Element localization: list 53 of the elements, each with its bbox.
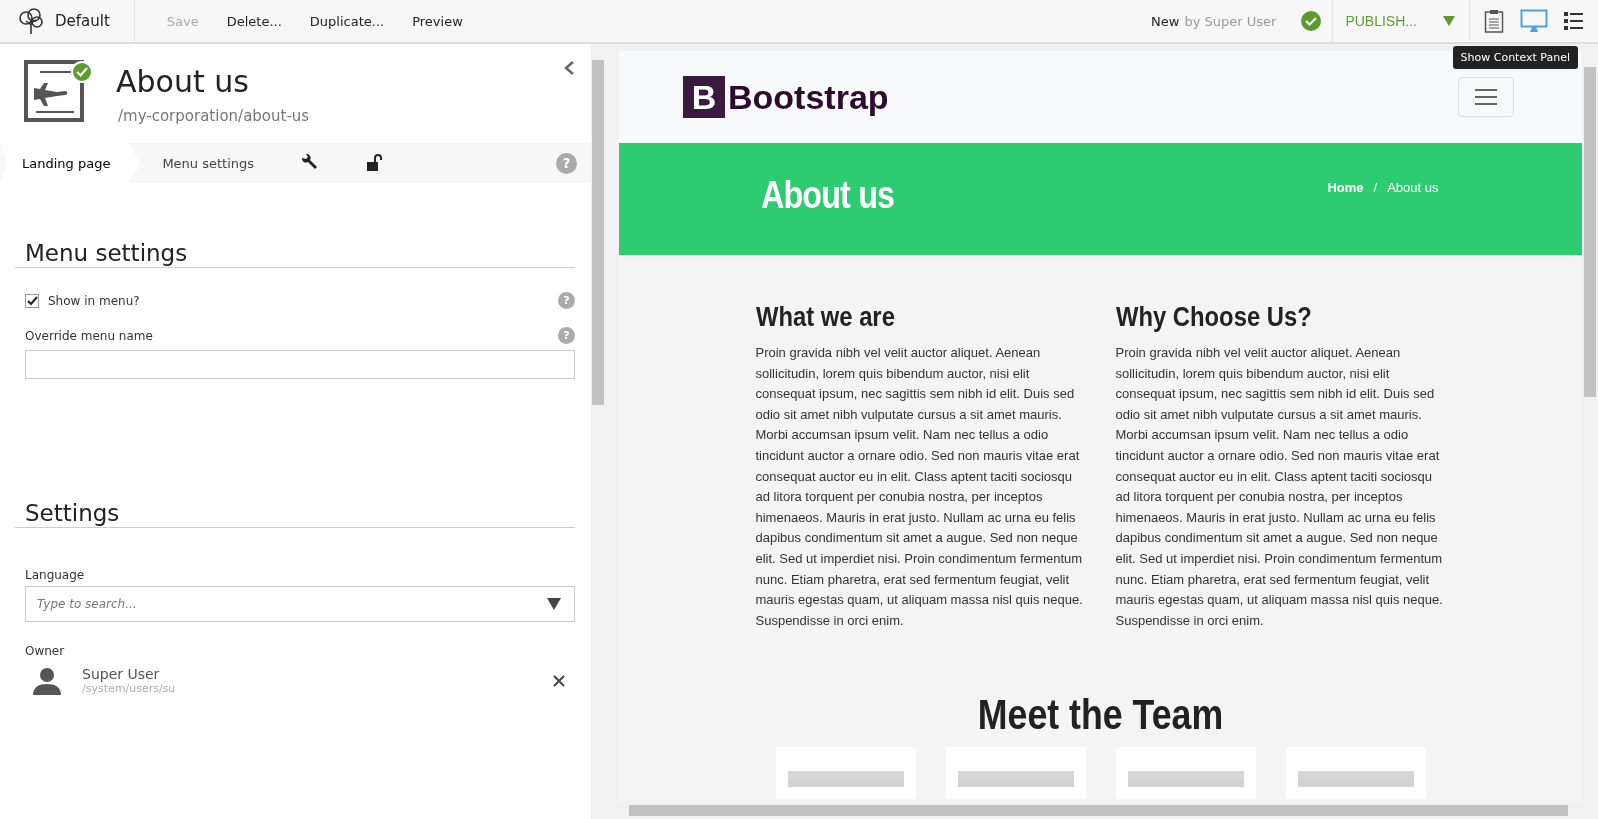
owner-path: /system/users/su xyxy=(82,682,176,695)
column-text: Proin gravida nibh vel velit auctor aliquet. Aenean sollicitudin, lorem quis bibendum auctor, nisi elit consequat ipsum, nec sagittis sem nibh id elit. Duis sed odio sit amet nibh vulputate cursus a sit amet mauris. Morbi accumsan ipsum velit. Nam nec tellus a odio tincidunt auctor a ornare odio. Sed non mauris vitae erat consequat auctor eu in elit. Class aptent taciti sociosqu ad litora torquent per conubia nostra, per inceptos himenaeos. Mauris in erat justo. Nullam ac urna eu felis dapibus condimentum sit amet a augue. Sed non neque elit. Sed ut imperdiet nisi. Proin condimentum fermentum nunc. Etiam pharetra, erat sed fermentum feugiat, velit mauris egestas quam, ut aliquam massa nisl quis neque. Suspendisse in orci enim. xyxy=(755,344,1084,630)
user-silhouette-icon xyxy=(32,666,62,695)
app-name[interactable]: Default xyxy=(55,12,110,30)
column-text: Proin gravida nibh vel velit auctor aliquet. Aenean sollicitudin, lorem quis bibendum auctor, nisi elit consequat ipsum, nec sagittis sem nibh id elit. Duis sed odio sit amet nibh vulputate cursus a sit amet mauris. Morbi accumsan ipsum velit. Nam nec tellus a odio tincidunt auctor a ornare odio. Sed non mauris vitae erat consequat auctor eu in elit. Class aptent taciti sociosqu ad litora torquent per conubia nostra, per inceptos himenaeos. Mauris in erat justo. Nullam ac urna eu felis dapibus condimentum sit amet a augue. Sed non neque elit. Sed ut imperdiet nisi. Proin condimentum fermentum nunc. Etiam pharetra, erat sed fermentum feugiat, velit mauris egestas quam, ut aliquam massa nisl quis neque. Suspendisse in orci enim. xyxy=(1115,344,1444,630)
breadcrumb-separator: / xyxy=(1373,179,1378,195)
caret-icon[interactable] xyxy=(547,598,561,610)
airplane-page-icon xyxy=(24,60,92,124)
toolbar-action[interactable]: Delete... xyxy=(216,9,292,33)
page-title: About us xyxy=(116,64,250,99)
banner-title: About us xyxy=(760,173,894,217)
language-select[interactable]: Type to search... xyxy=(25,586,575,622)
checkbox[interactable] xyxy=(25,293,39,308)
breadcrumb-link[interactable]: About us xyxy=(1387,179,1439,195)
help-icon[interactable]: ? xyxy=(558,327,575,344)
help-icon[interactable]: ? xyxy=(558,292,575,309)
unlocked-padlock-icon xyxy=(366,154,385,172)
toolbar-action[interactable]: Preview xyxy=(402,9,473,33)
column-heading: What we are xyxy=(755,301,896,333)
owner-name: Super User xyxy=(82,666,161,682)
check-circle-icon xyxy=(1300,10,1323,32)
wrench-icon xyxy=(300,154,319,172)
list-icon[interactable] xyxy=(1564,11,1584,31)
tooltip: Show Context Panel xyxy=(1452,46,1578,69)
menu-icon xyxy=(1475,88,1497,106)
field-label: Owner xyxy=(25,644,66,658)
menu-button[interactable] xyxy=(1458,77,1514,117)
input-field[interactable] xyxy=(25,350,575,379)
scrollbar[interactable] xyxy=(591,44,605,819)
status-text: New xyxy=(1151,13,1180,29)
column-heading: Why Choose Us? xyxy=(1115,301,1313,333)
field-label: Override menu name xyxy=(25,328,153,343)
collapse-chevron-icon[interactable] xyxy=(563,60,575,76)
page-path: /my-corporation/about-us xyxy=(118,107,310,125)
publish-button[interactable]: PUBLISH... xyxy=(1332,0,1425,42)
logo-text: Bootstrap xyxy=(728,77,889,117)
dropdown-caret-icon[interactable] xyxy=(1443,16,1455,26)
tab[interactable]: Menu settings xyxy=(140,143,277,183)
tab[interactable]: Landing page xyxy=(0,143,141,183)
help-icon[interactable]: ? xyxy=(556,152,577,174)
author-text: by Super User xyxy=(1184,13,1277,29)
checkbox-label: Show in menu? xyxy=(48,293,140,308)
desktop-icon[interactable] xyxy=(1520,9,1548,33)
section-heading: Menu settings xyxy=(15,239,575,268)
tree-logo-icon xyxy=(17,7,45,35)
logo-mark: B xyxy=(683,76,725,118)
section-heading: Settings xyxy=(15,499,575,528)
breadcrumb-link[interactable]: Home xyxy=(1327,179,1364,195)
team-heading: Meet the Team xyxy=(976,691,1225,740)
toolbar-action[interactable]: Duplicate... xyxy=(299,9,395,33)
close-icon[interactable] xyxy=(553,674,565,687)
field-label: Language xyxy=(25,568,86,582)
clipboard-icon[interactable] xyxy=(1484,9,1504,33)
